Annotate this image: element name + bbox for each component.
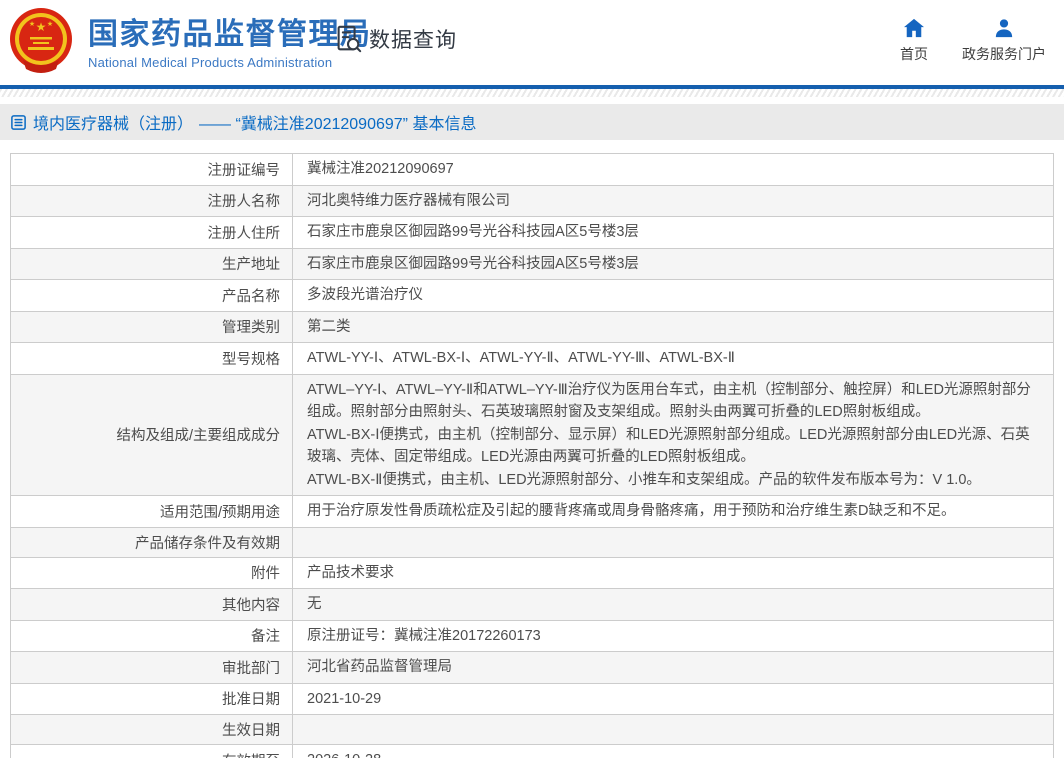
table-row: 生效日期 [10, 714, 1054, 745]
site-header: ★ ★ ★ 国家药品监督管理局 National Medical Product… [0, 0, 1064, 85]
table-row: 备注 原注册证号：冀械注准20172260173 [10, 619, 1054, 652]
table-row: 管理类别 第二类 [10, 310, 1054, 343]
svg-text:★: ★ [47, 20, 53, 28]
row-value: ATWL-YY-Ⅰ、ATWL-BX-Ⅰ、ATWL-YY-Ⅱ、ATWL-YY-Ⅲ、… [292, 342, 1054, 375]
row-label: 附件 [10, 556, 293, 589]
row-label: 适用范围/预期用途 [10, 495, 293, 528]
table-row: 产品名称 多波段光谱治疗仪 [10, 279, 1054, 312]
table-row: 注册人名称 河北奥特维力医疗器械有限公司 [10, 184, 1054, 217]
table-row: 型号规格 ATWL-YY-Ⅰ、ATWL-BX-Ⅰ、ATWL-YY-Ⅱ、ATWL-Y… [10, 342, 1054, 375]
home-icon [904, 18, 924, 38]
svg-text:★: ★ [29, 20, 35, 28]
list-icon [11, 114, 26, 130]
table-row: 审批部门 河北省药品监督管理局 [10, 651, 1054, 684]
data-query-label: 数据查询 [369, 29, 457, 52]
data-query-tab[interactable]: 数据查询 [333, 24, 457, 54]
nav-portal-label: 政务服务门户 [962, 46, 1046, 62]
nav-home-label: 首页 [900, 46, 928, 62]
table-row: 附件 产品技术要求 [10, 556, 1054, 589]
row-label: 产品名称 [10, 279, 293, 312]
row-label: 备注 [10, 619, 293, 652]
row-value [292, 714, 1054, 745]
table-row: 结构及组成/主要组成成分 ATWL–YY-Ⅰ、ATWL–YY-Ⅱ和ATWL–YY-… [10, 373, 1054, 496]
hatch-band [0, 89, 1064, 97]
row-value: 第二类 [292, 310, 1054, 343]
row-value: 用于治疗原发性骨质疏松症及引起的腰背疼痛或周身骨骼疼痛，用于预防和治疗维生素D缺… [292, 495, 1054, 528]
row-value: 原注册证号：冀械注准20172260173 [292, 619, 1054, 652]
row-value: 河北奥特维力医疗器械有限公司 [292, 184, 1054, 217]
nav-portal[interactable]: 政务服务门户 [962, 18, 1046, 64]
row-value: 冀械注准20212090697 [292, 153, 1054, 186]
table-row: 注册人住所 石家庄市鹿泉区御园路99号光谷科技园A区5号楼3层 [10, 216, 1054, 249]
nmpa-logo[interactable]: ★ ★ ★ 国家药品监督管理局 National Medical Product… [8, 7, 372, 77]
table-row: 生产地址 石家庄市鹿泉区御园路99号光谷科技园A区5号楼3层 [10, 247, 1054, 280]
row-label: 生产地址 [10, 247, 293, 280]
row-value: 2021-10-29 [292, 682, 1054, 715]
row-value: 石家庄市鹿泉区御园路99号光谷科技园A区5号楼3层 [292, 247, 1054, 280]
table-row: 其他内容无 [10, 588, 1054, 621]
site-title: 国家药品监督管理局 [88, 17, 372, 51]
document-search-icon [337, 25, 362, 53]
breadcrumb-section[interactable]: 境内医疗器械（注册） [33, 110, 193, 134]
table-row: 适用范围/预期用途 用于治疗原发性骨质疏松症及引起的腰背疼痛或周身骨骼疼痛，用于预… [10, 495, 1054, 528]
row-value: 无 [292, 588, 1054, 621]
row-label: 其他内容 [10, 588, 293, 621]
svg-text:★: ★ [36, 20, 47, 34]
row-value: 2026-10-28 [292, 744, 1054, 758]
nav-home[interactable]: 首页 [900, 18, 928, 64]
row-label: 结构及组成/主要组成成分 [10, 373, 293, 496]
row-value: ATWL–YY-Ⅰ、ATWL–YY-Ⅱ和ATWL–YY-Ⅲ治疗仪为医用台车式，由… [292, 373, 1054, 496]
table-row: 有效期至2026-10-28 [10, 744, 1054, 758]
user-icon [995, 19, 1013, 38]
row-label: 审批部门 [10, 651, 293, 684]
row-label: 注册证编号 [10, 153, 293, 186]
row-label: 有效期至 [10, 744, 293, 758]
row-value [292, 526, 1054, 558]
header-nav: 首页 政务服务门户 [900, 18, 1046, 64]
breadcrumb-detail: —— “冀械注准20212090697” 基本信息 [199, 116, 477, 133]
site-title-block: 国家药品监督管理局 National Medical Products Admi… [88, 15, 372, 70]
row-label: 批准日期 [10, 682, 293, 715]
site-subtitle: National Medical Products Administration [88, 54, 333, 70]
table-row: 产品储存条件及有效期 [10, 526, 1054, 558]
row-label: 注册人住所 [10, 216, 293, 249]
row-label: 型号规格 [10, 342, 293, 375]
row-label: 生效日期 [10, 714, 293, 745]
table-row: 注册证编号 冀械注准20212090697 [10, 153, 1054, 186]
row-value: 河北省药品监督管理局 [292, 651, 1054, 684]
row-label: 注册人名称 [10, 184, 293, 217]
breadcrumb: 境内医疗器械（注册） —— “冀械注准20212090697” 基本信息 [0, 104, 1064, 140]
row-value: 产品技术要求 [292, 556, 1054, 589]
row-label: 管理类别 [10, 310, 293, 343]
row-value: 石家庄市鹿泉区御园路99号光谷科技园A区5号楼3层 [292, 216, 1054, 249]
table-row: 批准日期 2021-10-29 [10, 682, 1054, 715]
row-label: 产品储存条件及有效期 [10, 526, 293, 558]
row-value: 多波段光谱治疗仪 [292, 279, 1054, 312]
registration-table: 注册证编号 冀械注准20212090697 注册人名称 河北奥特维力医疗器械有限公司… [10, 153, 1054, 758]
national-emblem-icon: ★ ★ ★ [10, 8, 72, 73]
